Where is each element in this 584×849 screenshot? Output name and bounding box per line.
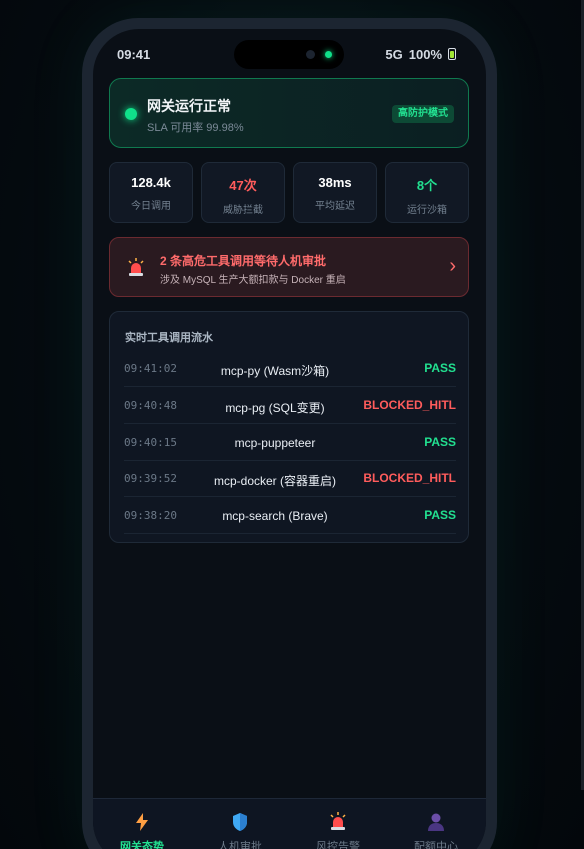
- protection-mode-badge[interactable]: 高防护模式: [392, 105, 454, 123]
- user-icon: [428, 813, 444, 831]
- chevron-right-icon: ›: [449, 255, 456, 277]
- tab-label: 风控告警: [316, 841, 360, 849]
- alert-title: 2 条高危工具调用等待人机审批: [160, 254, 327, 268]
- shield-icon: [233, 813, 247, 831]
- siren-icon: [128, 258, 144, 276]
- metric-value: 38ms: [318, 175, 352, 190]
- row-tool: mcp-py (Wasm沙箱): [220, 364, 330, 378]
- metrics-row: 128.4k 今日调用 47次 威胁拦截 38ms 平均延迟 8个 运行沙箱: [109, 162, 469, 223]
- row-status: BLOCKED_HITL: [363, 471, 456, 485]
- alert-subtitle: 涉及 MySQL 生产大额扣款与 Docker 重启: [160, 275, 346, 286]
- metric-card-sandboxes[interactable]: 8个 运行沙箱: [385, 162, 469, 223]
- row-tool: mcp-pg (SQL变更): [225, 401, 325, 415]
- tab-label: 配额中心: [414, 841, 458, 849]
- row-tool: mcp-search (Brave): [222, 509, 328, 523]
- status-time: 09:41: [117, 46, 151, 62]
- phone-screen: 09:41 5G 100% 网关运行正常 SLA 可用率 99.98% 高防护模…: [93, 29, 486, 849]
- metric-label: 运行沙箱: [407, 205, 447, 216]
- camera-icon: [306, 50, 315, 59]
- metric-label: 平均延迟: [315, 201, 355, 212]
- table-row[interactable]: 09:38:20 mcp-search (Brave) PASS: [124, 497, 456, 534]
- row-time: 09:40:48: [124, 399, 177, 412]
- table-row[interactable]: 09:40:48 mcp-pg (SQL变更) BLOCKED_HITL: [124, 387, 456, 424]
- dynamic-island: [234, 40, 344, 69]
- row-time: 09:39:52: [124, 472, 177, 485]
- metric-card-latency[interactable]: 38ms 平均延迟: [293, 162, 377, 223]
- tab-label: 网关态势: [120, 841, 164, 849]
- row-time: 09:41:02: [124, 362, 177, 375]
- bottom-tab-bar: 网关态势 人机审批 风控告警 配额中心: [93, 798, 486, 849]
- metric-value: 8个: [416, 178, 438, 193]
- row-tool: mcp-puppeteer: [234, 436, 316, 450]
- indicator-dot-icon: [325, 51, 332, 58]
- gateway-status-title: 网关运行正常: [147, 98, 231, 114]
- metric-value: 47次: [229, 178, 257, 193]
- row-time: 09:38:20: [124, 509, 177, 522]
- tab-label: 人机审批: [218, 841, 262, 849]
- tab-quota[interactable]: 配额中心: [387, 799, 485, 849]
- status-indicators: 5G 100%: [385, 47, 456, 62]
- siren-icon: [330, 812, 346, 830]
- network-indicator: 5G: [385, 46, 403, 62]
- metric-card-calls[interactable]: 128.4k 今日调用: [109, 162, 193, 223]
- status-dot-icon: [125, 108, 137, 120]
- gateway-sla: SLA 可用率 99.98%: [147, 122, 244, 134]
- row-tool: mcp-docker (容器重启): [213, 474, 336, 488]
- flow-title: 实时工具调用流水: [125, 332, 213, 344]
- metric-card-threats[interactable]: 47次 威胁拦截: [201, 162, 285, 223]
- call-flow-panel: 实时工具调用流水 09:41:02 mcp-py (Wasm沙箱) PASS 0…: [109, 311, 469, 543]
- approval-alert-banner[interactable]: 2 条高危工具调用等待人机审批 涉及 MySQL 生产大额扣款与 Docker …: [109, 237, 469, 297]
- row-time: 09:40:15: [124, 436, 177, 449]
- tab-alerts[interactable]: 风控告警: [289, 799, 387, 849]
- row-status: BLOCKED_HITL: [363, 398, 456, 412]
- battery-percent: 100%: [408, 46, 442, 62]
- metric-label: 今日调用: [131, 201, 171, 212]
- tab-gateway[interactable]: 网关态势: [93, 799, 191, 849]
- gateway-status-card[interactable]: 网关运行正常 SLA 可用率 99.98% 高防护模式: [109, 78, 469, 148]
- battery-icon: [448, 48, 456, 60]
- phone-frame: 09:41 5G 100% 网关运行正常 SLA 可用率 99.98% 高防护模…: [82, 18, 497, 849]
- tab-approval[interactable]: 人机审批: [191, 799, 289, 849]
- row-status: PASS: [424, 361, 456, 375]
- row-status: PASS: [424, 508, 456, 522]
- metric-label: 威胁拦截: [223, 205, 263, 216]
- table-row[interactable]: 09:39:52 mcp-docker (容器重启) BLOCKED_HITL: [124, 460, 456, 497]
- lightning-icon: [136, 813, 148, 831]
- table-row[interactable]: 09:40:15 mcp-puppeteer PASS: [124, 424, 456, 461]
- row-status: PASS: [424, 435, 456, 449]
- metric-value: 128.4k: [131, 175, 171, 190]
- table-row[interactable]: 09:41:02 mcp-py (Wasm沙箱) PASS: [124, 350, 456, 387]
